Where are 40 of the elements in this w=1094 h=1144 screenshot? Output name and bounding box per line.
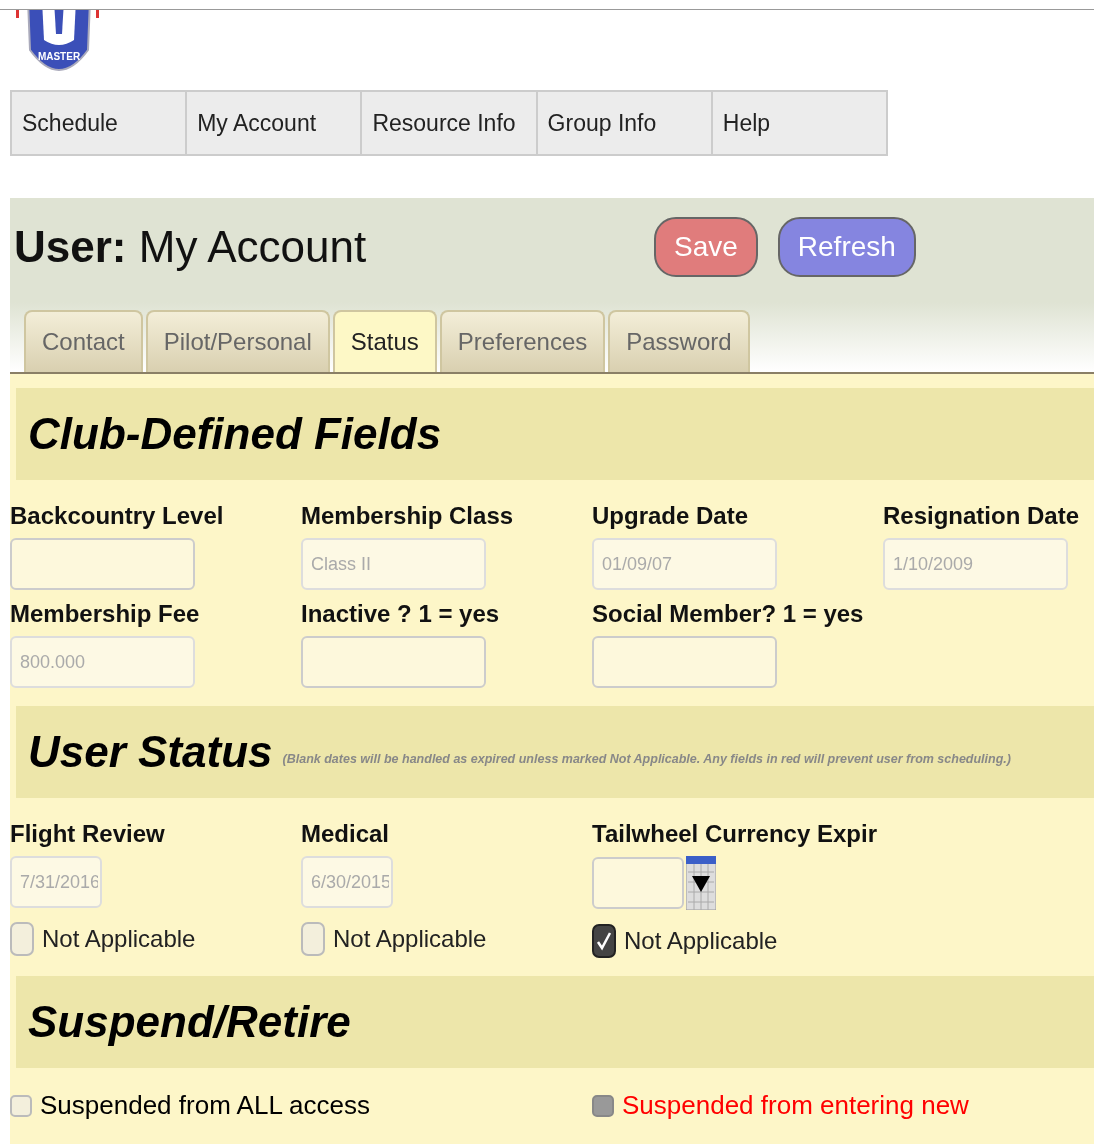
nav-item[interactable]: Schedule <box>12 92 188 154</box>
checkbox[interactable] <box>592 924 616 958</box>
field-label: Resignation Date <box>883 502 1081 530</box>
save-button[interactable]: Save <box>654 217 758 277</box>
tab[interactable]: Pilot/Personal <box>145 310 330 372</box>
field-label: Social Member? 1 = yes <box>592 600 865 628</box>
field-label: Upgrade Date <box>592 502 750 530</box>
field-label: Flight Review <box>10 820 166 848</box>
checkbox[interactable] <box>592 1094 614 1117</box>
refresh-button[interactable]: Refresh <box>777 217 916 277</box>
field-label: Tailwheel Currency Expir <box>592 820 878 848</box>
check-icon <box>596 931 612 951</box>
input-field[interactable] <box>592 857 684 909</box>
checkbox[interactable] <box>10 1094 32 1117</box>
tab[interactable]: Password <box>608 310 750 372</box>
input-field[interactable] <box>301 636 486 688</box>
calendar-icon[interactable] <box>686 856 716 910</box>
field-label: Membership Fee <box>10 600 201 628</box>
input-field[interactable] <box>592 636 777 688</box>
field-label: Membership Class <box>301 502 515 530</box>
nav-item[interactable]: Help <box>712 92 886 154</box>
nav-item[interactable]: Group Info <box>537 92 713 154</box>
nav-item[interactable]: Resource Info <box>362 92 538 154</box>
checkbox-label: Not Applicable <box>624 927 778 955</box>
tab[interactable]: Preferences <box>439 310 606 372</box>
tab[interactable]: Contact <box>24 310 143 372</box>
nav-item[interactable]: My Account <box>187 92 363 154</box>
checkbox-label: Suspended from entering new <box>622 1090 969 1121</box>
field-label: Inactive ? 1 = yes <box>301 600 501 628</box>
checkbox-label: Not Applicable <box>42 925 196 953</box>
tab[interactable]: Status <box>332 310 437 372</box>
section-header: Suspend/Retire <box>16 976 1094 1068</box>
checkbox-label: Suspended from ALL access <box>40 1090 370 1121</box>
page-title: User: My Account <box>14 222 368 272</box>
field-label: Medical <box>301 820 391 848</box>
section-header: User Status (Blank dates will be handled as expired unless marked Not Applicable. Any fields in red will prevent user from scheduling.) <box>16 706 1094 798</box>
checkbox-label: Not Applicable <box>333 925 487 953</box>
field-label: Backcountry Level <box>10 502 225 530</box>
section-header: Club-Defined Fields <box>16 388 1094 480</box>
input-field[interactable] <box>10 538 195 590</box>
